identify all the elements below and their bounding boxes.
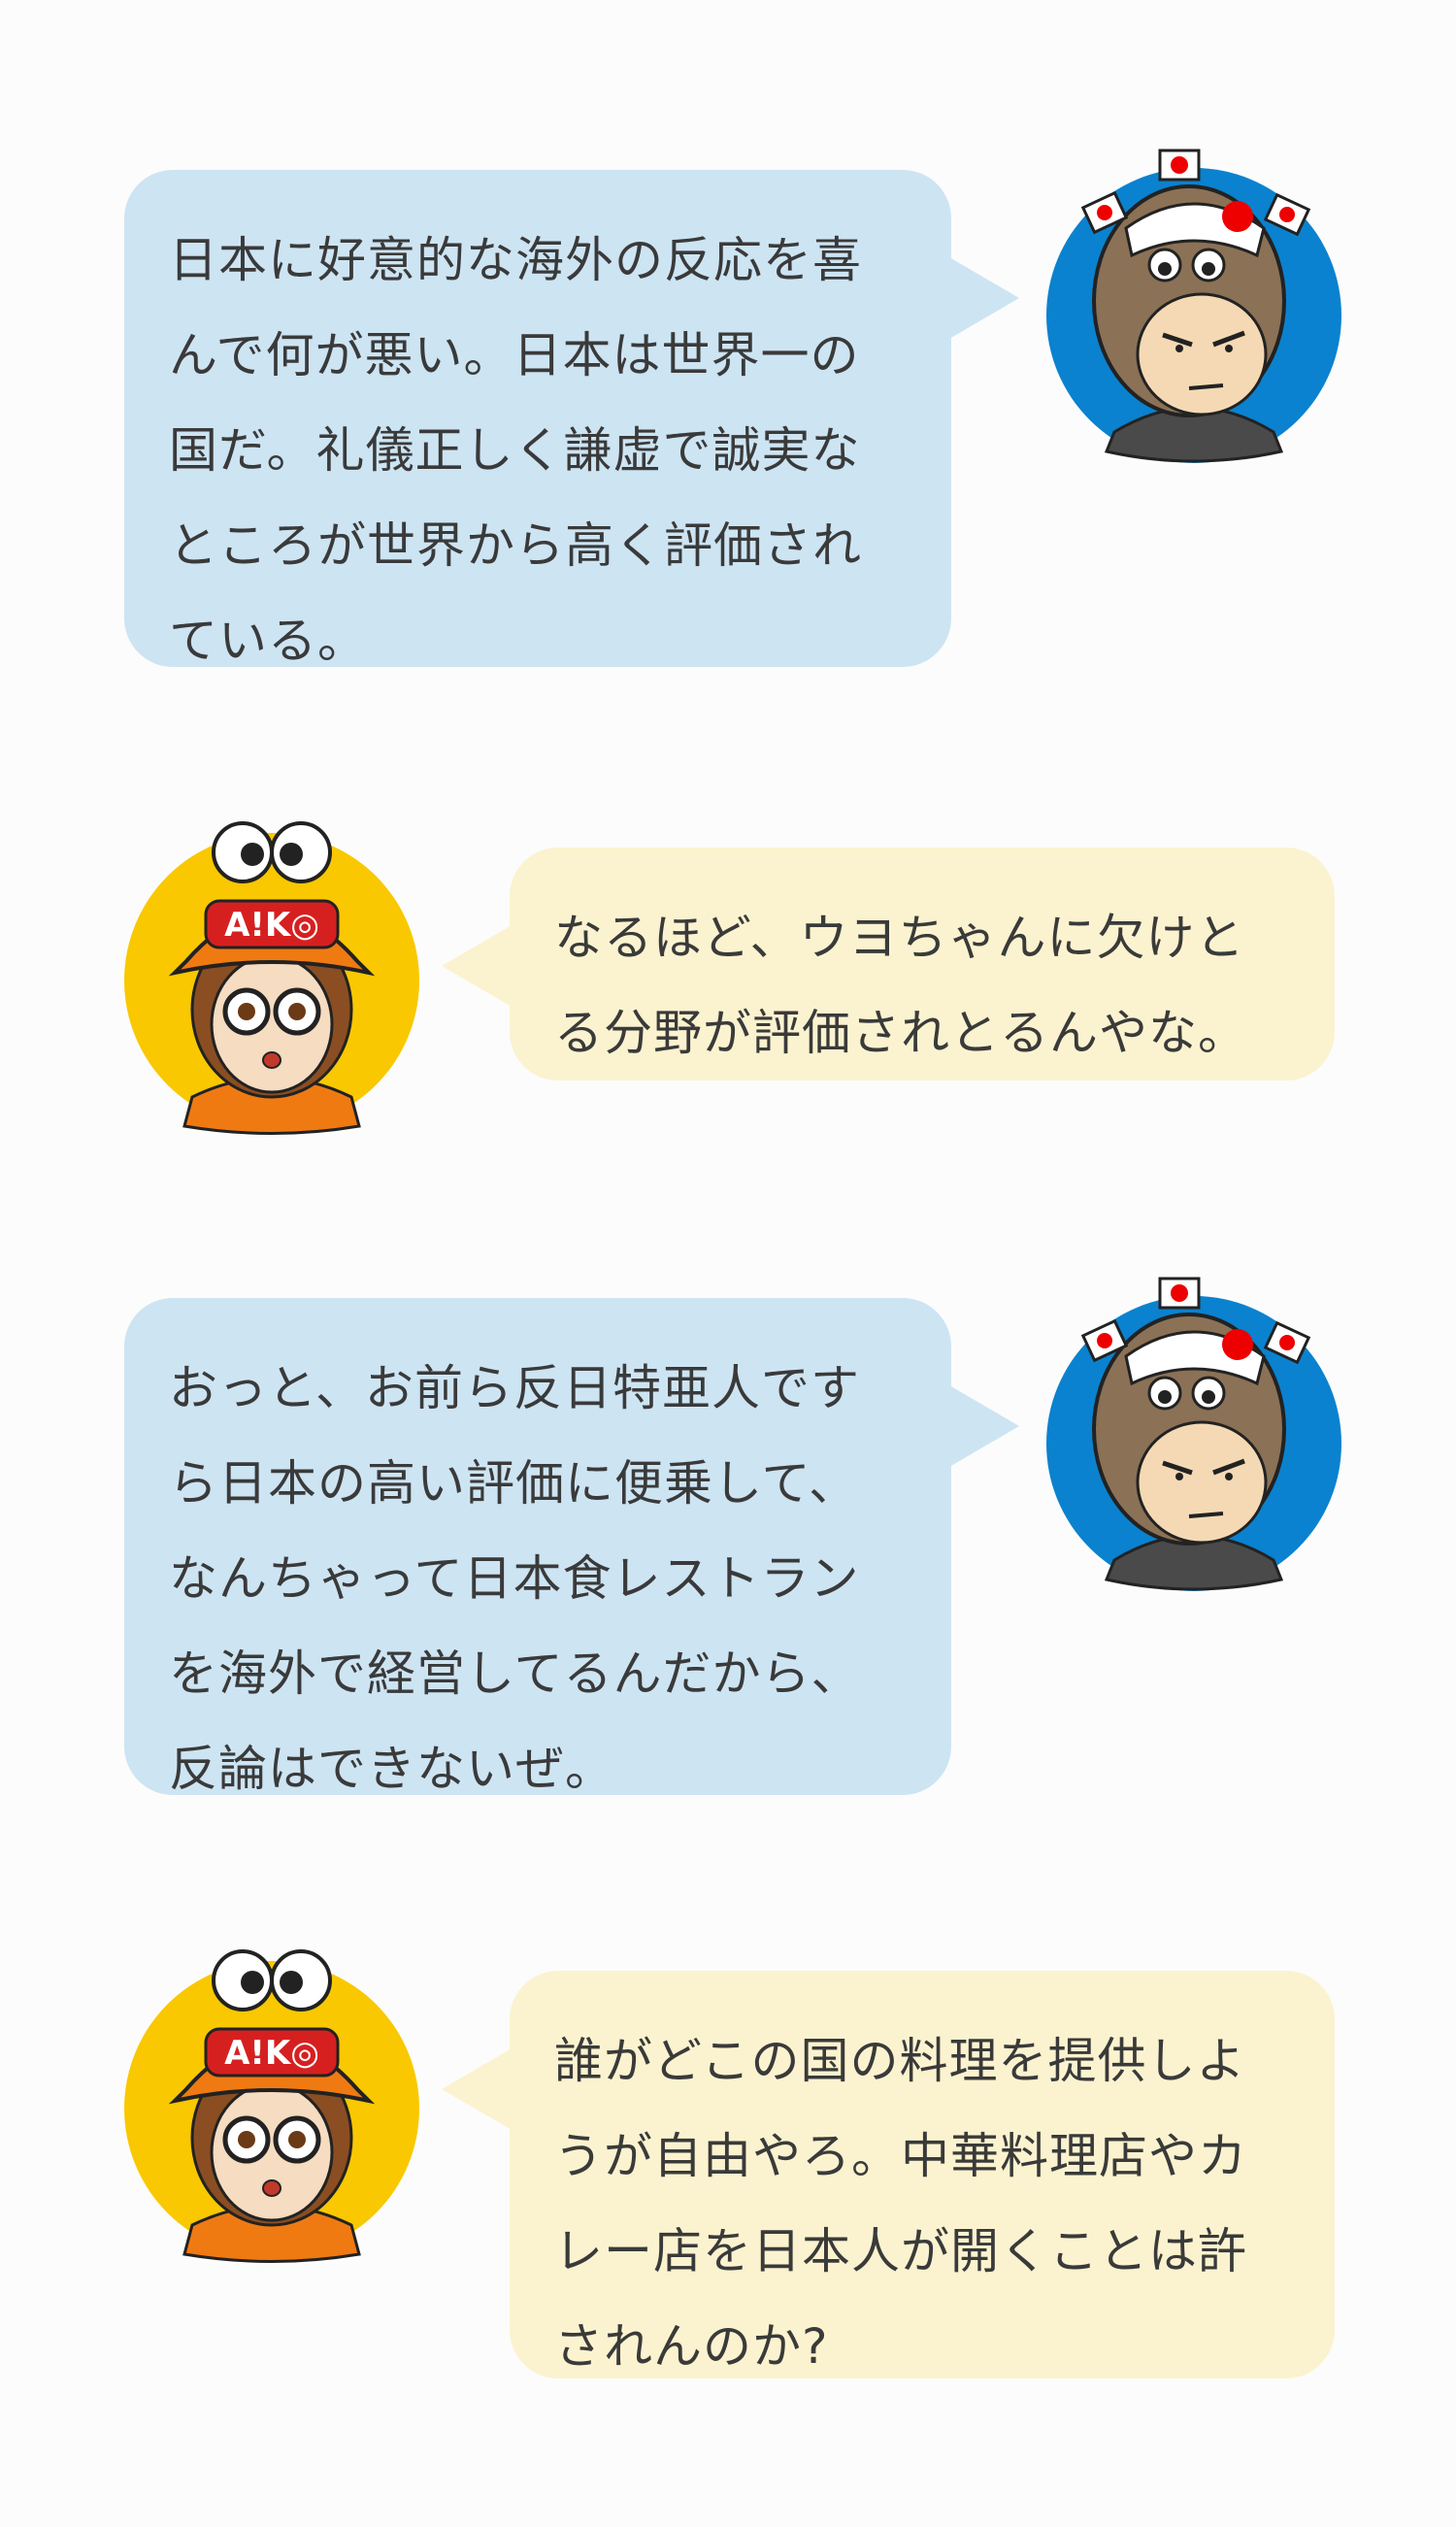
speech-bubble: 日本に好意的な海外の反応を喜んで何が悪い。日本は世界一の国だ。礼儀正しく謙虚で誠… <box>124 170 1019 669</box>
aiko-character-icon: A!K◎ <box>124 1949 419 2263</box>
uyo-character-icon <box>1046 1277 1341 1591</box>
aiko-avatar: A!K◎ <box>116 806 427 1136</box>
bubble-tail <box>949 1385 1019 1467</box>
message-text: おっと、お前ら反日特亜人ですら日本の高い評価に便乗して、なんちゃって日本食レスト… <box>169 1360 861 1797</box>
speech-bubble: なるほど、ウヨちゃんに欠けとる分野が評価されとるんやな。 <box>442 848 1335 1081</box>
message-text: 日本に好意的な海外の反応を喜んで何が悪い。日本は世界一の国だ。礼儀正しく謙虚で誠… <box>169 232 862 669</box>
cap-logo-text: A!K◎ <box>224 2034 319 2073</box>
speech-bubble: おっと、お前ら反日特亜人ですら日本の高い評価に便乗して、なんちゃって日本食レスト… <box>124 1298 1019 1797</box>
aiko-character-icon: A!K◎ <box>124 821 419 1135</box>
bubble-tail <box>442 925 512 1007</box>
bubble-tail <box>949 257 1019 339</box>
uyo-avatar <box>1039 141 1349 471</box>
message-text: 誰がどこの国の料理を提供しようが自由やろ。中華料理店やカレー店を日本人が開くこと… <box>554 2033 1247 2375</box>
bubble-tail <box>442 2048 512 2130</box>
cap-logo-text: A!K◎ <box>224 906 319 945</box>
uyo-avatar <box>1039 1269 1349 1599</box>
speech-bubble: 誰がどこの国の料理を提供しようが自由やろ。中華料理店やカレー店を日本人が開くこと… <box>442 1971 1335 2378</box>
aiko-avatar: A!K◎ <box>116 1934 427 2264</box>
uyo-character-icon <box>1046 149 1341 463</box>
message-text: なるほど、ウヨちゃんに欠けとる分野が評価されとるんやな。 <box>554 910 1247 1061</box>
